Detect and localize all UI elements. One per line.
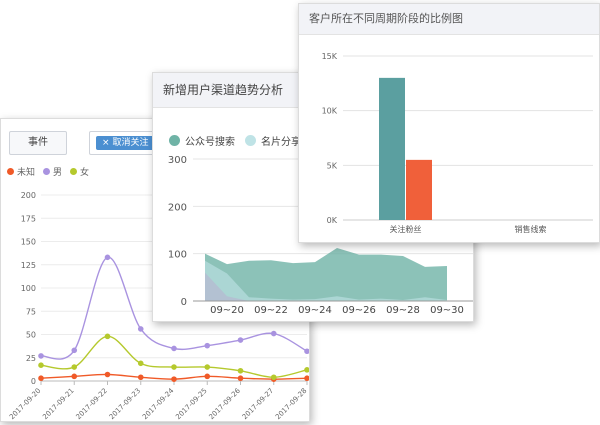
x-tick-label: 2017-09-26 [207, 386, 242, 421]
data-point [137, 374, 144, 381]
data-point [304, 375, 309, 382]
data-point [237, 375, 244, 382]
data-point [104, 254, 111, 261]
data-point [38, 353, 44, 359]
customer-stage-card: 客户所在不同周期阶段的比例图 0K 5K 10K 15K 关注粉丝 销售线索 [298, 3, 600, 243]
series-line [40, 335, 308, 378]
x-tick-label: 2017-09-22 [74, 387, 108, 421]
x-tick-label: 09~22 [254, 305, 288, 316]
x-tick-label: 关注粉丝 [390, 224, 422, 234]
y-tick-label: 300 [168, 155, 187, 166]
data-point [71, 373, 78, 380]
y-tick-label: 5K [327, 161, 338, 170]
bar [379, 77, 405, 220]
y-tick-label: 0 [181, 297, 187, 308]
y-tick-label: 15K [322, 52, 338, 61]
x-tick-label: 2017-09-21 [41, 387, 75, 421]
y-tick-label: 200 [21, 191, 36, 200]
data-point [204, 342, 211, 349]
data-point [204, 364, 211, 370]
data-point [104, 371, 111, 378]
y-tick-label: 50 [26, 331, 36, 340]
customer-stage-bar-chart: 0K 5K 10K 15K 关注粉丝 销售线索 [322, 52, 593, 234]
y-tick-label: 0 [31, 377, 36, 386]
y-tick-label: 150 [21, 238, 36, 247]
data-point [270, 330, 277, 337]
x-tick-label: 2017-09-20 [8, 387, 42, 421]
data-point [304, 367, 309, 373]
data-point [71, 347, 78, 354]
x-tick-label: 09~20 [210, 305, 244, 316]
y-tick-label: 10K [322, 107, 338, 116]
y-tick-label: 100 [21, 284, 36, 293]
data-point [171, 376, 177, 382]
x-tick-label: 09~26 [342, 305, 376, 316]
data-point [38, 375, 44, 382]
y-tick-label: 75 [26, 307, 36, 316]
bar [406, 159, 432, 220]
x-tick-label: 09~30 [430, 305, 464, 316]
y-tick-label: 100 [168, 250, 187, 261]
data-point [104, 333, 111, 340]
data-point [204, 373, 211, 380]
y-tick-label: 200 [168, 202, 187, 213]
data-point [171, 364, 177, 370]
x-tick-label: 2017-09-23 [108, 387, 142, 421]
y-tick-label: 125 [21, 261, 36, 270]
x-tick-label: 09~24 [298, 305, 332, 316]
x-tick-label: 09~28 [386, 305, 420, 316]
data-point [237, 337, 244, 343]
data-point [137, 326, 144, 332]
x-tick-label: 2017-09-24 [141, 386, 176, 421]
data-point [237, 367, 244, 374]
data-point [137, 360, 144, 367]
x-tick-label: 2017-09-25 [174, 387, 208, 421]
x-tick-label: 2017-09-27 [241, 387, 275, 421]
data-point [270, 374, 277, 381]
y-tick-label: 25 [26, 354, 36, 363]
x-tick-label: 2017-09-28 [274, 387, 308, 421]
data-point [38, 362, 44, 368]
data-point [171, 345, 177, 352]
y-tick-label: 0K [327, 216, 338, 225]
x-tick-label: 销售线索 [515, 224, 547, 234]
data-point [71, 364, 78, 370]
y-tick-label: 175 [21, 214, 36, 223]
